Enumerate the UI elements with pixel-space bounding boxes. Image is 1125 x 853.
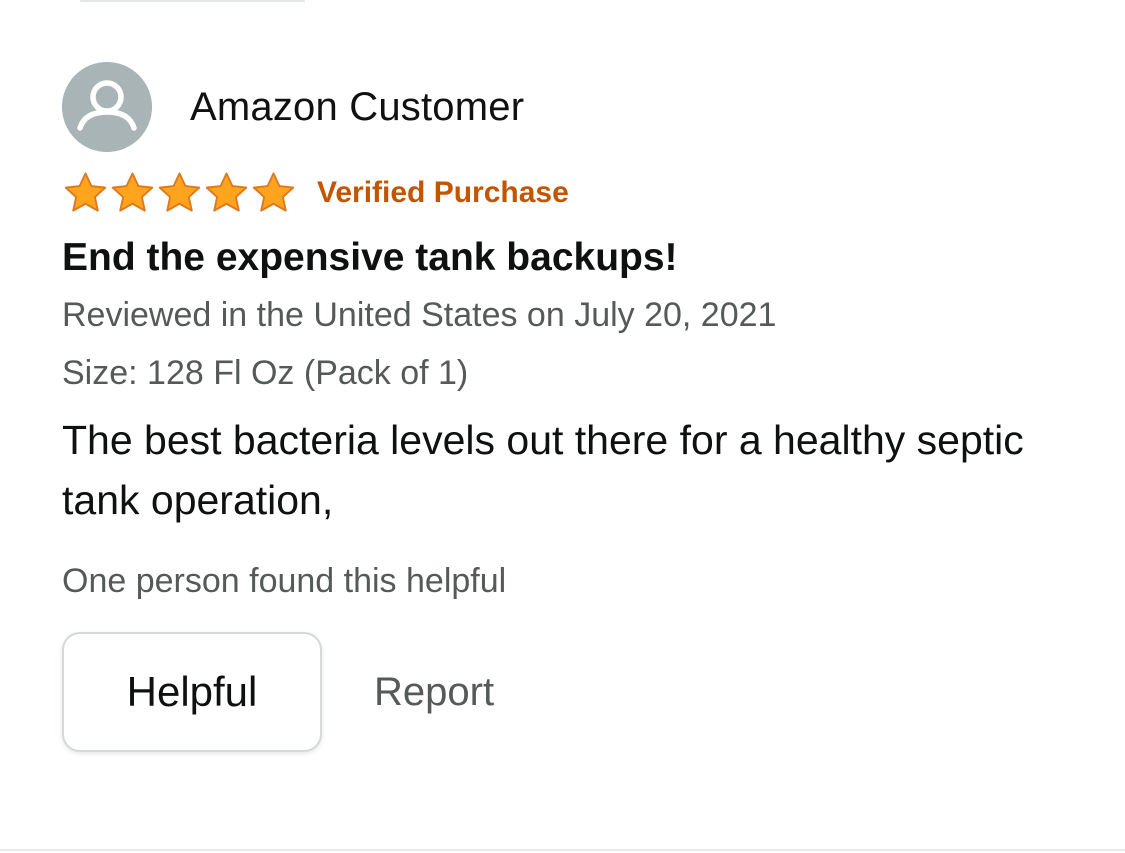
- rating-row: Verified Purchase: [62, 168, 1062, 218]
- star-icon: [252, 172, 295, 212]
- star-icon: [158, 172, 201, 212]
- customer-review: Amazon Customer Verified Purchase End th…: [62, 62, 1062, 752]
- reviewer-name: Amazon Customer: [190, 84, 525, 129]
- top-divider: [80, 0, 305, 2]
- user-silhouette-icon: [62, 62, 152, 152]
- review-actions: Helpful Report: [62, 632, 1062, 752]
- avatar: [62, 62, 152, 152]
- bottom-divider: [0, 849, 1125, 851]
- helpful-count: One person found this helpful: [62, 562, 507, 600]
- star-rating[interactable]: [62, 170, 297, 216]
- star-icon: [205, 172, 248, 212]
- report-link[interactable]: Report: [374, 670, 494, 715]
- review-date: Reviewed in the United States on July 20…: [62, 296, 777, 334]
- reviewer-profile[interactable]: Amazon Customer: [62, 62, 1062, 152]
- review-body: The best bacteria levels out there for a…: [62, 417, 1024, 523]
- star-icon: [111, 172, 154, 212]
- review-title: End the expensive tank backups!: [62, 236, 678, 279]
- star-icon: [64, 172, 107, 212]
- verified-purchase-badge: Verified Purchase: [317, 176, 569, 209]
- product-size: Size: 128 Fl Oz (Pack of 1): [62, 354, 469, 392]
- helpful-button[interactable]: Helpful: [62, 632, 322, 752]
